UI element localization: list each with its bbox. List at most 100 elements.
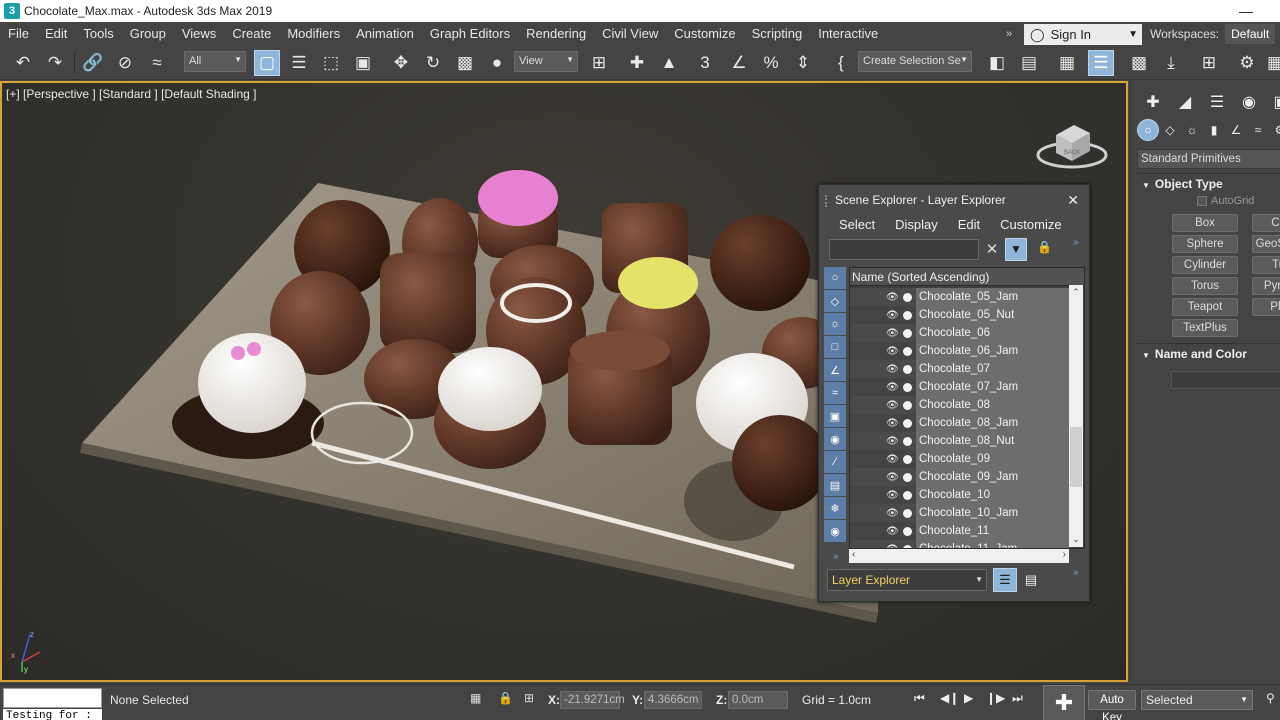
freeze-dot-icon[interactable] (903, 328, 912, 338)
close-icon[interactable]: ✕ (1067, 192, 1079, 209)
lock-icon[interactable]: 🔒 (1037, 240, 1052, 254)
list-item[interactable]: 👁 Chocolate_10 (850, 486, 1070, 504)
display-tab-icon[interactable]: ▣ (1265, 89, 1280, 115)
window-crossing-icon[interactable]: ▣ (350, 50, 376, 76)
list-item[interactable]: 👁 Chocolate_06_Jam (850, 342, 1070, 360)
ref-coord-select[interactable]: View ▼ (514, 51, 578, 72)
viewcube[interactable]: BACK (1036, 113, 1112, 173)
menu-group[interactable]: Group (122, 22, 174, 46)
snaps-toggle-icon[interactable]: 3 (692, 50, 718, 76)
list-item[interactable]: 👁 Chocolate_09_Jam (850, 468, 1070, 486)
list-item[interactable]: 👁 Chocolate_08_Nut (850, 432, 1070, 450)
create-tab-icon[interactable]: ✚ (1137, 89, 1169, 115)
freeze-dot-icon[interactable] (903, 310, 912, 320)
list-item[interactable]: 👁 Chocolate_11 (850, 522, 1070, 540)
y-coord-field[interactable]: 4.3666cm (644, 691, 702, 709)
scrollbar-thumb[interactable] (1070, 427, 1082, 487)
freeze-dot-icon[interactable] (903, 526, 912, 536)
menu-modifiers[interactable]: Modifiers (279, 22, 348, 46)
link-icon[interactable]: 🔗 (80, 50, 106, 76)
chevron-right-icon[interactable]: › (1063, 549, 1066, 560)
menu-customize[interactable]: Customize (666, 22, 743, 46)
freeze-dot-icon[interactable] (903, 364, 912, 374)
modify-tab-icon[interactable]: ◢ (1169, 89, 1201, 115)
keyboard-shortcut-override-icon[interactable]: ▲ (656, 50, 682, 76)
filter-icon[interactable]: ▼ (1005, 238, 1027, 261)
list-item[interactable]: 👁 Chocolate_08_Jam (850, 414, 1070, 432)
scene-explorer-header[interactable]: Scene Explorer - Layer Explorer (819, 185, 1089, 215)
unlink-icon[interactable]: ⊘ (112, 50, 138, 76)
display-cameras-icon[interactable]: □ (824, 336, 846, 358)
isolate-selection-icon[interactable]: ▦ (470, 691, 481, 705)
spinner-snap-icon[interactable]: ⇕ (790, 50, 816, 76)
material-editor-icon[interactable]: ⚙ (1234, 50, 1260, 76)
expand-more-icon[interactable]: » (1073, 567, 1079, 578)
display-geometry-icon[interactable]: ○ (824, 267, 846, 289)
rotate-icon[interactable]: ↻ (420, 50, 446, 76)
list-item[interactable]: 👁 Chocolate_07_Jam (850, 378, 1070, 396)
place-icon[interactable]: ● (484, 50, 510, 76)
object-name-input[interactable] (1171, 371, 1280, 389)
display-shapes-icon[interactable]: ◇ (824, 290, 846, 312)
systems-icon[interactable]: ⚙ (1269, 119, 1280, 141)
eye-icon[interactable]: 👁 (886, 328, 900, 339)
checkbox-box[interactable] (1197, 196, 1207, 206)
menu-rendering[interactable]: Rendering (518, 22, 594, 46)
chevron-left-icon[interactable]: ‹ (852, 549, 855, 560)
menu-animation[interactable]: Animation (348, 22, 422, 46)
menu-graph-editors[interactable]: Graph Editors (422, 22, 518, 46)
play-icon[interactable]: ▶ (964, 691, 973, 705)
display-lights-icon[interactable]: ☼ (824, 313, 846, 335)
list-item[interactable]: 👁 Chocolate_11_Jam (850, 540, 1070, 548)
align-icon[interactable]: ▤ (1016, 50, 1042, 76)
menu-interactive[interactable]: Interactive (810, 22, 886, 46)
workspaces-select[interactable]: Default (1225, 24, 1276, 44)
eye-icon[interactable]: 👁 (886, 508, 900, 519)
curve-editor-icon[interactable]: ⤓ (1158, 50, 1184, 76)
scale-icon[interactable]: ▩ (452, 50, 478, 76)
display-containers-icon[interactable]: ▤ (824, 474, 846, 496)
eye-icon[interactable]: 👁 (886, 364, 900, 375)
autogrid-checkbox[interactable]: AutoGrid (1197, 195, 1254, 207)
column-header-name[interactable]: Name (Sorted Ascending) (850, 268, 1084, 286)
freeze-dot-icon[interactable] (903, 418, 912, 428)
menu-overflow-chevron[interactable]: » (1006, 22, 1012, 46)
expand-more-icon[interactable]: » (833, 551, 839, 562)
display-groups-icon[interactable]: ▣ (824, 405, 846, 427)
eye-icon[interactable]: 👁 (886, 292, 900, 303)
helpers-icon[interactable]: ∠ (1225, 119, 1247, 141)
plane-button[interactable]: Plane (1252, 298, 1280, 316)
chevron-up-icon[interactable]: ⌃ (1069, 287, 1083, 298)
textplus-button[interactable]: TextPlus (1172, 319, 1238, 337)
freeze-dot-icon[interactable] (903, 382, 912, 392)
schematic-view-icon[interactable]: ⊞ (1196, 50, 1222, 76)
shapes-icon[interactable]: ◇ (1159, 119, 1181, 141)
sort-by-hierarchy-icon[interactable]: ▤ (1021, 570, 1041, 590)
z-coord-field[interactable]: 0.0cm (728, 691, 788, 709)
display-xrefs-icon[interactable]: ◉ (824, 428, 846, 450)
horizontal-scrollbar[interactable]: ‹ › (849, 549, 1069, 563)
list-item[interactable]: 👁 Chocolate_06 (850, 324, 1070, 342)
eye-icon[interactable]: 👁 (886, 490, 900, 501)
space-warps-icon[interactable]: ≈ (1247, 119, 1269, 141)
redo-icon[interactable]: ↷ (42, 50, 68, 76)
clear-search-icon[interactable]: ✕ (983, 239, 1001, 260)
previous-frame-icon[interactable]: ◀❙ (940, 691, 959, 705)
absolute-mode-icon[interactable]: ⊞ (524, 691, 534, 705)
viewport-label[interactable]: [+] [Perspective ] [Standard ] [Default … (6, 87, 256, 101)
menu-civil-view[interactable]: Civil View (594, 22, 666, 46)
menu-scripting[interactable]: Scripting (744, 22, 811, 46)
display-spacewarps-icon[interactable]: ≈ (824, 382, 846, 404)
set-key-icon[interactable]: ✚ (1043, 685, 1085, 720)
mirror-icon[interactable]: ◧ (984, 50, 1010, 76)
layer-manager-icon[interactable]: ▦ (1054, 50, 1080, 76)
eye-icon[interactable]: 👁 (886, 436, 900, 447)
select-by-name-icon[interactable]: ☰ (286, 50, 312, 76)
menu-edit[interactable]: Edit (37, 22, 75, 46)
chevron-down-icon[interactable]: ⌄ (1069, 534, 1083, 545)
explorer-menu-customize[interactable]: Customize (990, 215, 1071, 235)
undo-icon[interactable]: ↶ (10, 50, 36, 76)
list-item[interactable]: 👁 Chocolate_05_Jam (850, 288, 1070, 306)
go-to-start-icon[interactable]: ⏮ (914, 691, 925, 706)
selection-filter-select[interactable]: All ▼ (184, 51, 246, 72)
